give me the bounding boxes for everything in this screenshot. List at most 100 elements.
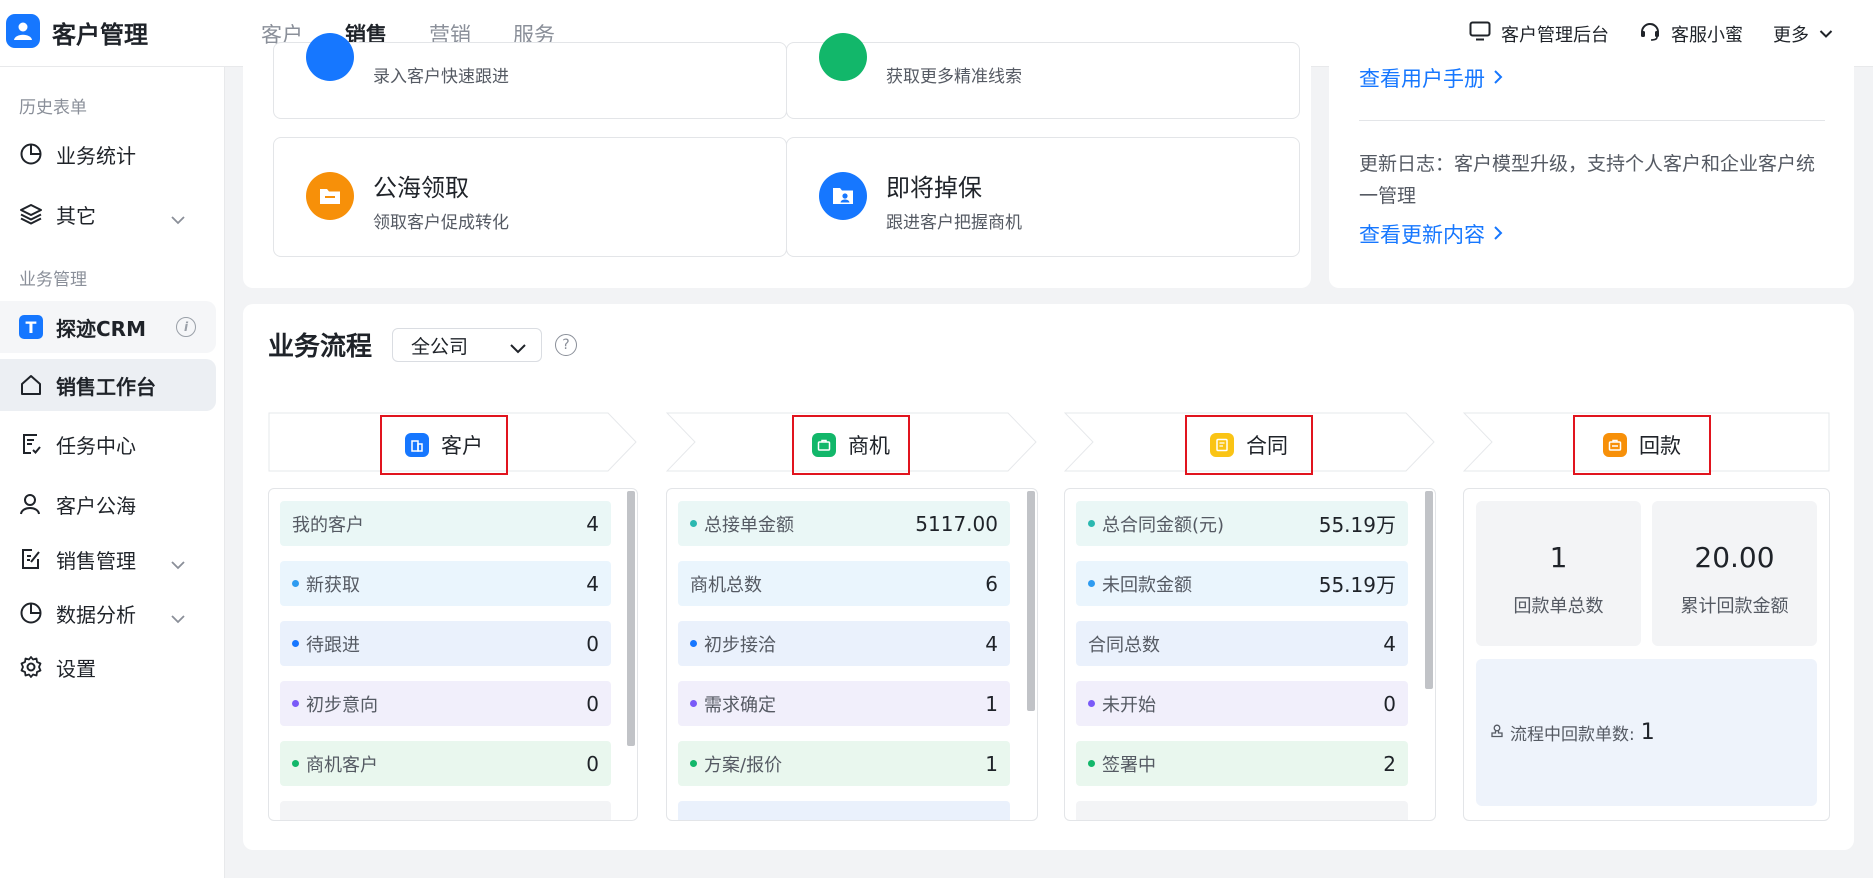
customer-service-label: 客服小蜜 xyxy=(1671,24,1743,46)
update-content-link[interactable]: 查看更新内容 xyxy=(1359,219,1503,249)
sidebar-item-label: 数据分析 xyxy=(56,602,136,627)
list-item[interactable]: 签署中 2 xyxy=(1076,741,1408,786)
list-item[interactable]: 合同总数 4 xyxy=(1076,621,1408,666)
stage-label: 客户 xyxy=(441,434,483,458)
contract-icon xyxy=(1210,433,1234,457)
status-dot xyxy=(690,760,697,767)
status-dot xyxy=(292,700,299,707)
user-manual-link[interactable]: 查看用户手册 xyxy=(1359,63,1503,93)
business-flow-panel: 业务流程 全公司 ? 客户 商机 合同 回款 我的客户 4 新获取 4 待跟进 … xyxy=(243,304,1854,850)
sidebar-item-other[interactable]: 其它 xyxy=(0,188,216,240)
pie-chart-icon xyxy=(18,141,44,167)
divider xyxy=(1359,120,1825,121)
sidebar-item-label: 业务统计 xyxy=(56,143,136,168)
quick-card-expiring[interactable]: 即将掉保 跟进客户把握商机 xyxy=(786,137,1300,257)
payment-count-card[interactable]: 1 回款单总数 xyxy=(1476,501,1641,646)
sidebar-item-sales-mgmt[interactable]: 销售管理 xyxy=(0,533,216,585)
row-label: 初步接洽 xyxy=(704,634,776,656)
chevron-down-icon xyxy=(170,206,186,230)
sidebar-item-biz-stats[interactable]: 业务统计 xyxy=(0,128,216,180)
list-item[interactable]: 待跟进 0 xyxy=(280,621,611,666)
sidebar-item-data-analysis[interactable]: 数据分析 xyxy=(0,587,216,639)
stage-label-box: 合同 xyxy=(1185,415,1313,475)
payment-in-flow[interactable]: 流程中回款单数: 1 xyxy=(1476,659,1817,806)
scrollbar[interactable] xyxy=(1027,491,1035,711)
quick-card-public-pool[interactable]: 公海领取 领取客户促成转化 xyxy=(273,137,787,257)
status-dot xyxy=(1088,700,1095,707)
chevron-down-icon xyxy=(170,551,186,575)
user-manual-label: 查看用户手册 xyxy=(1359,67,1485,91)
row-value: 55.19万 xyxy=(1318,513,1396,537)
quick-card-desc: 跟进客户把握商机 xyxy=(886,213,1022,233)
list-item[interactable]: 新获取 4 xyxy=(280,561,611,606)
quick-card-desc: 获取更多精准线索 xyxy=(886,67,1022,87)
list-item[interactable]: 需求确定 1 xyxy=(678,681,1010,726)
stage-payment[interactable]: 回款 xyxy=(1463,412,1830,475)
headset-icon xyxy=(1639,20,1661,47)
list-item[interactable]: 总合同金额(元) 55.19万 xyxy=(1076,501,1408,546)
row-label: 需求确定 xyxy=(704,694,776,716)
list-item-partial[interactable] xyxy=(280,801,611,820)
list-item[interactable]: 总接单金额 5117.00 xyxy=(678,501,1010,546)
sidebar-item-settings[interactable]: 设置 xyxy=(0,641,216,693)
payment-amount-value: 20.00 xyxy=(1694,541,1775,574)
list-item[interactable]: 方案/报价 1 xyxy=(678,741,1010,786)
customer-service-link[interactable]: 客服小蜜 xyxy=(1639,20,1743,47)
stage-customer[interactable]: 客户 xyxy=(268,412,638,475)
status-dot xyxy=(292,580,299,587)
crm-logo-icon: T xyxy=(18,314,44,340)
home-icon xyxy=(18,372,44,398)
quick-card-title: 即将掉保 xyxy=(886,174,982,202)
stage-label: 回款 xyxy=(1639,434,1681,458)
list-item[interactable]: 初步意向 0 xyxy=(280,681,611,726)
row-value: 55.19万 xyxy=(1318,573,1396,597)
sidebar-item-task-center[interactable]: 任务中心 xyxy=(0,418,216,470)
status-dot xyxy=(690,700,697,707)
stage-label-box: 商机 xyxy=(792,415,910,475)
info-icon[interactable]: i xyxy=(176,317,196,337)
status-dot xyxy=(1088,760,1095,767)
sidebar-item-sales-workbench[interactable]: 销售工作台 xyxy=(0,359,216,411)
row-value: 4 xyxy=(985,631,998,656)
help-icon[interactable]: ? xyxy=(555,334,577,356)
sidebar-item-customer-pool[interactable]: 客户公海 xyxy=(0,478,216,530)
status-dot xyxy=(690,640,697,647)
list-item[interactable]: 商机总数 6 xyxy=(678,561,1010,606)
row-label: 商机总数 xyxy=(690,574,762,596)
payment-amount-card[interactable]: 20.00 累计回款金额 xyxy=(1652,501,1817,646)
list-item-partial[interactable] xyxy=(1076,801,1408,820)
row-value: 0 xyxy=(586,691,599,716)
quick-card-desc: 录入客户快速跟进 xyxy=(373,67,509,87)
list-item[interactable]: 初步接洽 4 xyxy=(678,621,1010,666)
admin-link[interactable]: 客户管理后台 xyxy=(1469,21,1609,47)
quick-card-add-customer[interactable]: 录入客户快速跟进 xyxy=(273,33,787,119)
sidebar-item-label: 销售工作台 xyxy=(56,374,156,399)
building-icon xyxy=(405,433,429,457)
opportunity-column: 总接单金额 5117.00 商机总数 6 初步接洽 4 需求确定 1 方案/报价… xyxy=(666,488,1038,821)
more-menu[interactable]: 更多 xyxy=(1773,21,1833,47)
info-panel: 查看用户手册 更新日志：客户模型升级，支持个人客户和企业客户统一管理 查看更新内… xyxy=(1329,52,1854,288)
list-item[interactable]: 商机客户 0 xyxy=(280,741,611,786)
pie-chart-icon xyxy=(18,600,44,626)
update-content-label: 查看更新内容 xyxy=(1359,223,1485,247)
company-select[interactable]: 全公司 xyxy=(392,328,542,362)
list-item[interactable]: 我的客户 4 xyxy=(280,501,611,546)
update-log-text: 更新日志：客户模型升级，支持个人客户和企业客户统一管理 xyxy=(1359,153,1816,207)
scrollbar[interactable] xyxy=(627,491,635,746)
row-label: 方案/报价 xyxy=(704,754,783,776)
quick-card-get-leads[interactable]: 获取更多精准线索 xyxy=(786,33,1300,119)
row-label: 合同总数 xyxy=(1088,634,1160,656)
list-item-partial[interactable] xyxy=(678,801,1010,820)
task-list-icon xyxy=(18,431,44,457)
quick-card-desc: 领取客户促成转化 xyxy=(373,213,509,233)
scrollbar[interactable] xyxy=(1425,491,1433,689)
row-value: 2 xyxy=(1383,751,1396,776)
stage-opportunity[interactable]: 商机 xyxy=(666,412,1038,475)
sidebar-item-crm[interactable]: T 探迹CRM i xyxy=(0,301,216,353)
stage-contract[interactable]: 合同 xyxy=(1064,412,1436,475)
company-select-value: 全公司 xyxy=(411,335,469,358)
list-item[interactable]: 未开始 0 xyxy=(1076,681,1408,726)
chevron-down-icon xyxy=(170,605,186,629)
gear-icon xyxy=(18,654,44,680)
list-item[interactable]: 未回款金额 55.19万 xyxy=(1076,561,1408,606)
